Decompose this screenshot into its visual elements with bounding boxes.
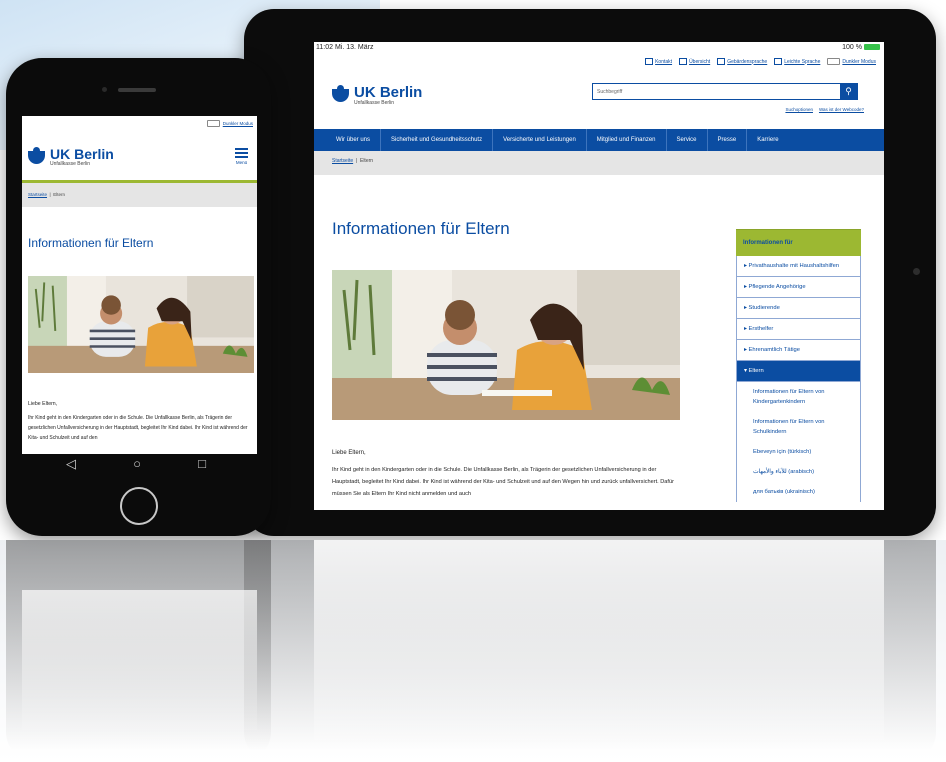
status-battery: 100 % <box>842 44 880 54</box>
toggle-icon <box>206 120 220 127</box>
breadcrumb-home[interactable]: Startseite <box>332 158 353 164</box>
uk-berlin-logo-mobile[interactable]: UK Berlin Unfallkasse Berlin <box>28 146 114 167</box>
header-links: Suchoptionen Was ist der Webcode? <box>785 107 864 112</box>
greeting: Liebe Eltern, <box>332 450 366 456</box>
home-nav-icon[interactable]: ○ <box>133 456 141 472</box>
phone-home-button[interactable] <box>120 487 158 525</box>
top-links: Kontakt Übersicht Gebärdensprache Leicht… <box>314 54 884 69</box>
link-gebaerdensprache[interactable]: Gebärdensprache <box>717 58 767 65</box>
logo-sub: Unfallkasse Berlin <box>50 161 91 167</box>
nav-service[interactable]: Service <box>677 137 697 143</box>
intro-text: Ihr Kind geht in den Kindergarten oder i… <box>332 467 674 497</box>
logo-sub: Unfallkasse Berlin <box>354 100 395 106</box>
mother-child-photo-mobile <box>28 276 254 373</box>
breadcrumb-mobile: Startseite | Eltern <box>22 183 257 207</box>
link-uebersicht[interactable]: Übersicht <box>679 58 710 65</box>
mother-child-photo <box>332 270 680 420</box>
breadcrumb-home[interactable]: Startseite <box>28 192 47 197</box>
mobile-header: UK Berlin Unfallkasse Berlin Menü <box>22 132 257 180</box>
tablet-screen-reflection <box>314 540 884 740</box>
mail-icon <box>645 58 654 65</box>
logo-icon <box>332 85 349 102</box>
sidebar-item-ehrenamtlich[interactable]: ▸ Ehrenamtlich Tätige <box>736 340 861 361</box>
sidebar-sub-ukrainisch[interactable]: для батьків (ukrainisch) <box>736 482 861 502</box>
breadcrumb-current: Eltern <box>359 158 374 164</box>
main-nav: Wir über uns Sicherheit und Gesundheitss… <box>314 129 884 151</box>
breadcrumb-current: Eltern <box>53 192 65 197</box>
link-webcode[interactable]: Was ist der Webcode? <box>819 107 864 112</box>
link-leichte-sprache[interactable]: Leichte Sprache <box>774 58 820 65</box>
status-bar: 11:02 Mi. 13. März 100 % <box>314 42 884 54</box>
toggle-icon <box>827 58 841 65</box>
sidebar-sub-kindergarten[interactable]: Informationen für Eltern von Kindergarte… <box>736 382 861 412</box>
sidebar-item-privathaushalte[interactable]: ▸ Privathaushalte mit Haushaltshilfen <box>736 256 861 277</box>
book-icon <box>774 58 783 65</box>
greeting-mobile: Liebe Eltern, <box>28 401 58 407</box>
logo-name: UK Berlin <box>354 84 423 101</box>
search-icon: ⚲ <box>845 86 852 96</box>
uk-berlin-logo[interactable]: UK Berlin Unfallkasse Berlin <box>332 85 422 106</box>
recents-icon[interactable]: □ <box>198 456 206 472</box>
menu-button[interactable]: Menü <box>235 148 248 165</box>
tablet-camera <box>913 268 920 275</box>
tablet-device: 11:02 Mi. 13. März 100 % Kontakt Übersic… <box>244 9 936 536</box>
android-nav-bar: ◁ ○ □ <box>66 456 206 472</box>
nav-mitglied[interactable]: Mitglied und Finanzen <box>597 137 656 143</box>
link-suchoptionen[interactable]: Suchoptionen <box>785 107 813 112</box>
logo-name: UK Berlin <box>50 146 114 162</box>
phone-speaker <box>118 88 156 92</box>
sidebar-nav: Informationen für ▸ Privathaushalte mit … <box>736 229 861 502</box>
intro-text-mobile: Ihr Kind geht in den Kindergarten oder i… <box>28 415 248 441</box>
phone-device: Dunkler Modus UK Berlin Unfallkasse Berl… <box>6 58 271 536</box>
site-header: UK Berlin Unfallkasse Berlin Suchbegriff… <box>314 69 884 129</box>
phone-screen-reflection <box>22 590 257 730</box>
nav-versicherte[interactable]: Versicherte und Leistungen <box>503 137 576 143</box>
hand-icon <box>717 58 726 65</box>
nav-karriere[interactable]: Karriere <box>757 137 778 143</box>
sidebar-sub-tuerkisch[interactable]: Ebeveyn için (türkisch) <box>736 442 861 462</box>
phone-screen: Dunkler Modus UK Berlin Unfallkasse Berl… <box>22 116 257 454</box>
sidebar-sub-arabisch[interactable]: للآباء والأمهات (arabisch) <box>736 462 861 482</box>
dark-mode-toggle[interactable]: Dunkler Modus <box>827 58 876 65</box>
battery-icon <box>864 44 880 51</box>
sidebar-sub-schulkinder[interactable]: Informationen für Eltern von Schulkinder… <box>736 412 861 442</box>
page-title-mobile: Informationen für Eltern <box>28 236 154 250</box>
tablet-screen: 11:02 Mi. 13. März 100 % Kontakt Übersic… <box>314 42 884 510</box>
sidebar-item-eltern[interactable]: ▾ Eltern <box>736 361 861 382</box>
sidebar-item-studierende[interactable]: ▸ Studierende <box>736 298 861 319</box>
hamburger-icon <box>235 148 248 150</box>
link-kontakt[interactable]: Kontakt <box>645 58 672 65</box>
sidebar-heading: Informationen für <box>736 229 861 256</box>
back-icon[interactable]: ◁ <box>66 456 76 472</box>
search-input[interactable]: Suchbegriff ⚲ <box>592 83 858 100</box>
nav-wir-ueber-uns[interactable]: Wir über uns <box>336 137 370 143</box>
status-time: 11:02 Mi. 13. März <box>316 44 374 51</box>
grid-icon <box>679 58 688 65</box>
logo-icon <box>28 146 45 164</box>
sidebar-item-ersthelfer[interactable]: ▸ Ersthelfer <box>736 319 861 340</box>
dark-mode-toggle-mobile[interactable]: Dunkler Modus <box>206 120 253 127</box>
phone-camera <box>102 87 107 92</box>
nav-sicherheit[interactable]: Sicherheit und Gesundheitsschutz <box>391 137 482 143</box>
page-title: Informationen für Eltern <box>332 219 510 238</box>
nav-presse[interactable]: Presse <box>718 137 737 143</box>
sidebar-item-pflegende[interactable]: ▸ Pflegende Angehörige <box>736 277 861 298</box>
breadcrumb: Startseite | Eltern <box>314 151 884 175</box>
search-button[interactable]: ⚲ <box>840 83 857 100</box>
